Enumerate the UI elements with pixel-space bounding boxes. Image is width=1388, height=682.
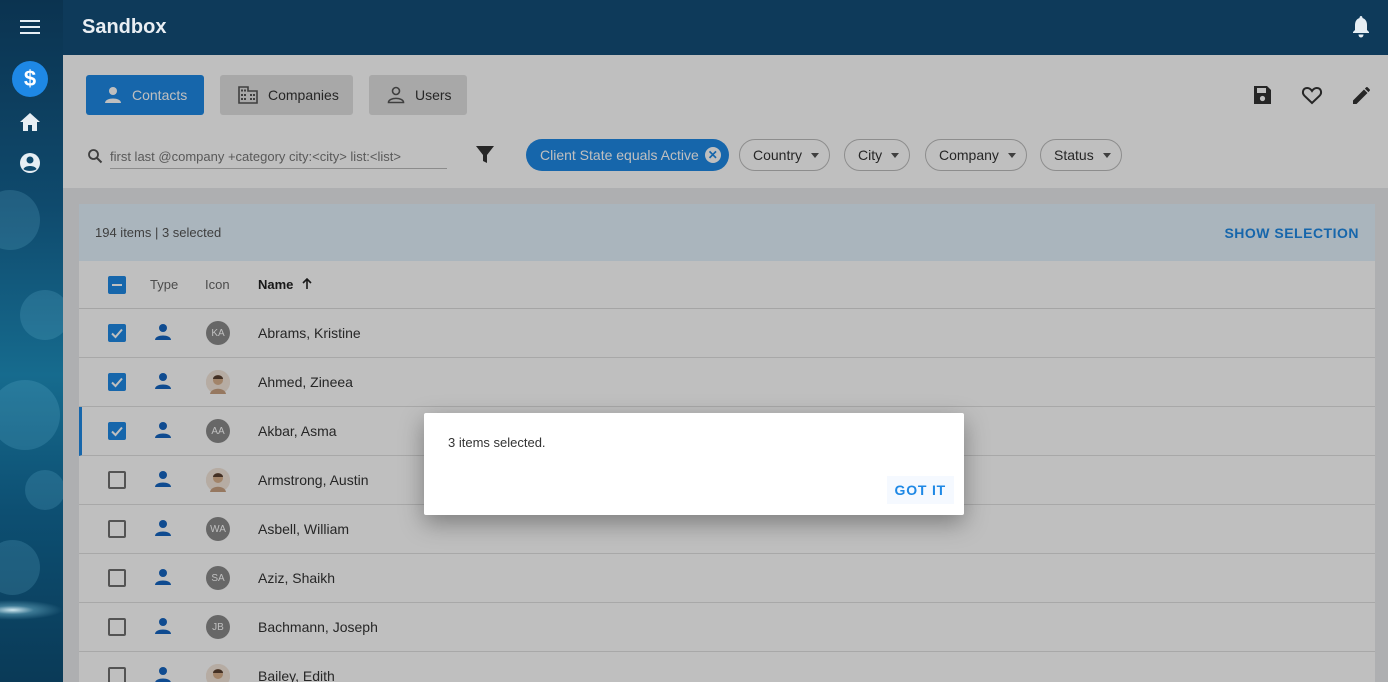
dialog-message: 3 items selected. [448,435,546,450]
account-icon[interactable] [12,145,48,181]
menu-icon[interactable] [12,9,48,45]
modal-scrim [63,55,1388,682]
top-bar: Sandbox [63,0,1388,55]
home-icon[interactable] [12,104,48,140]
left-rail: $ [0,0,63,682]
dollar-icon[interactable]: $ [12,61,48,97]
got-it-button[interactable]: GOT IT [886,476,954,504]
app-title: Sandbox [82,16,167,38]
selection-dialog: 3 items selected. GOT IT [424,413,964,515]
bell-icon[interactable] [1351,16,1371,38]
